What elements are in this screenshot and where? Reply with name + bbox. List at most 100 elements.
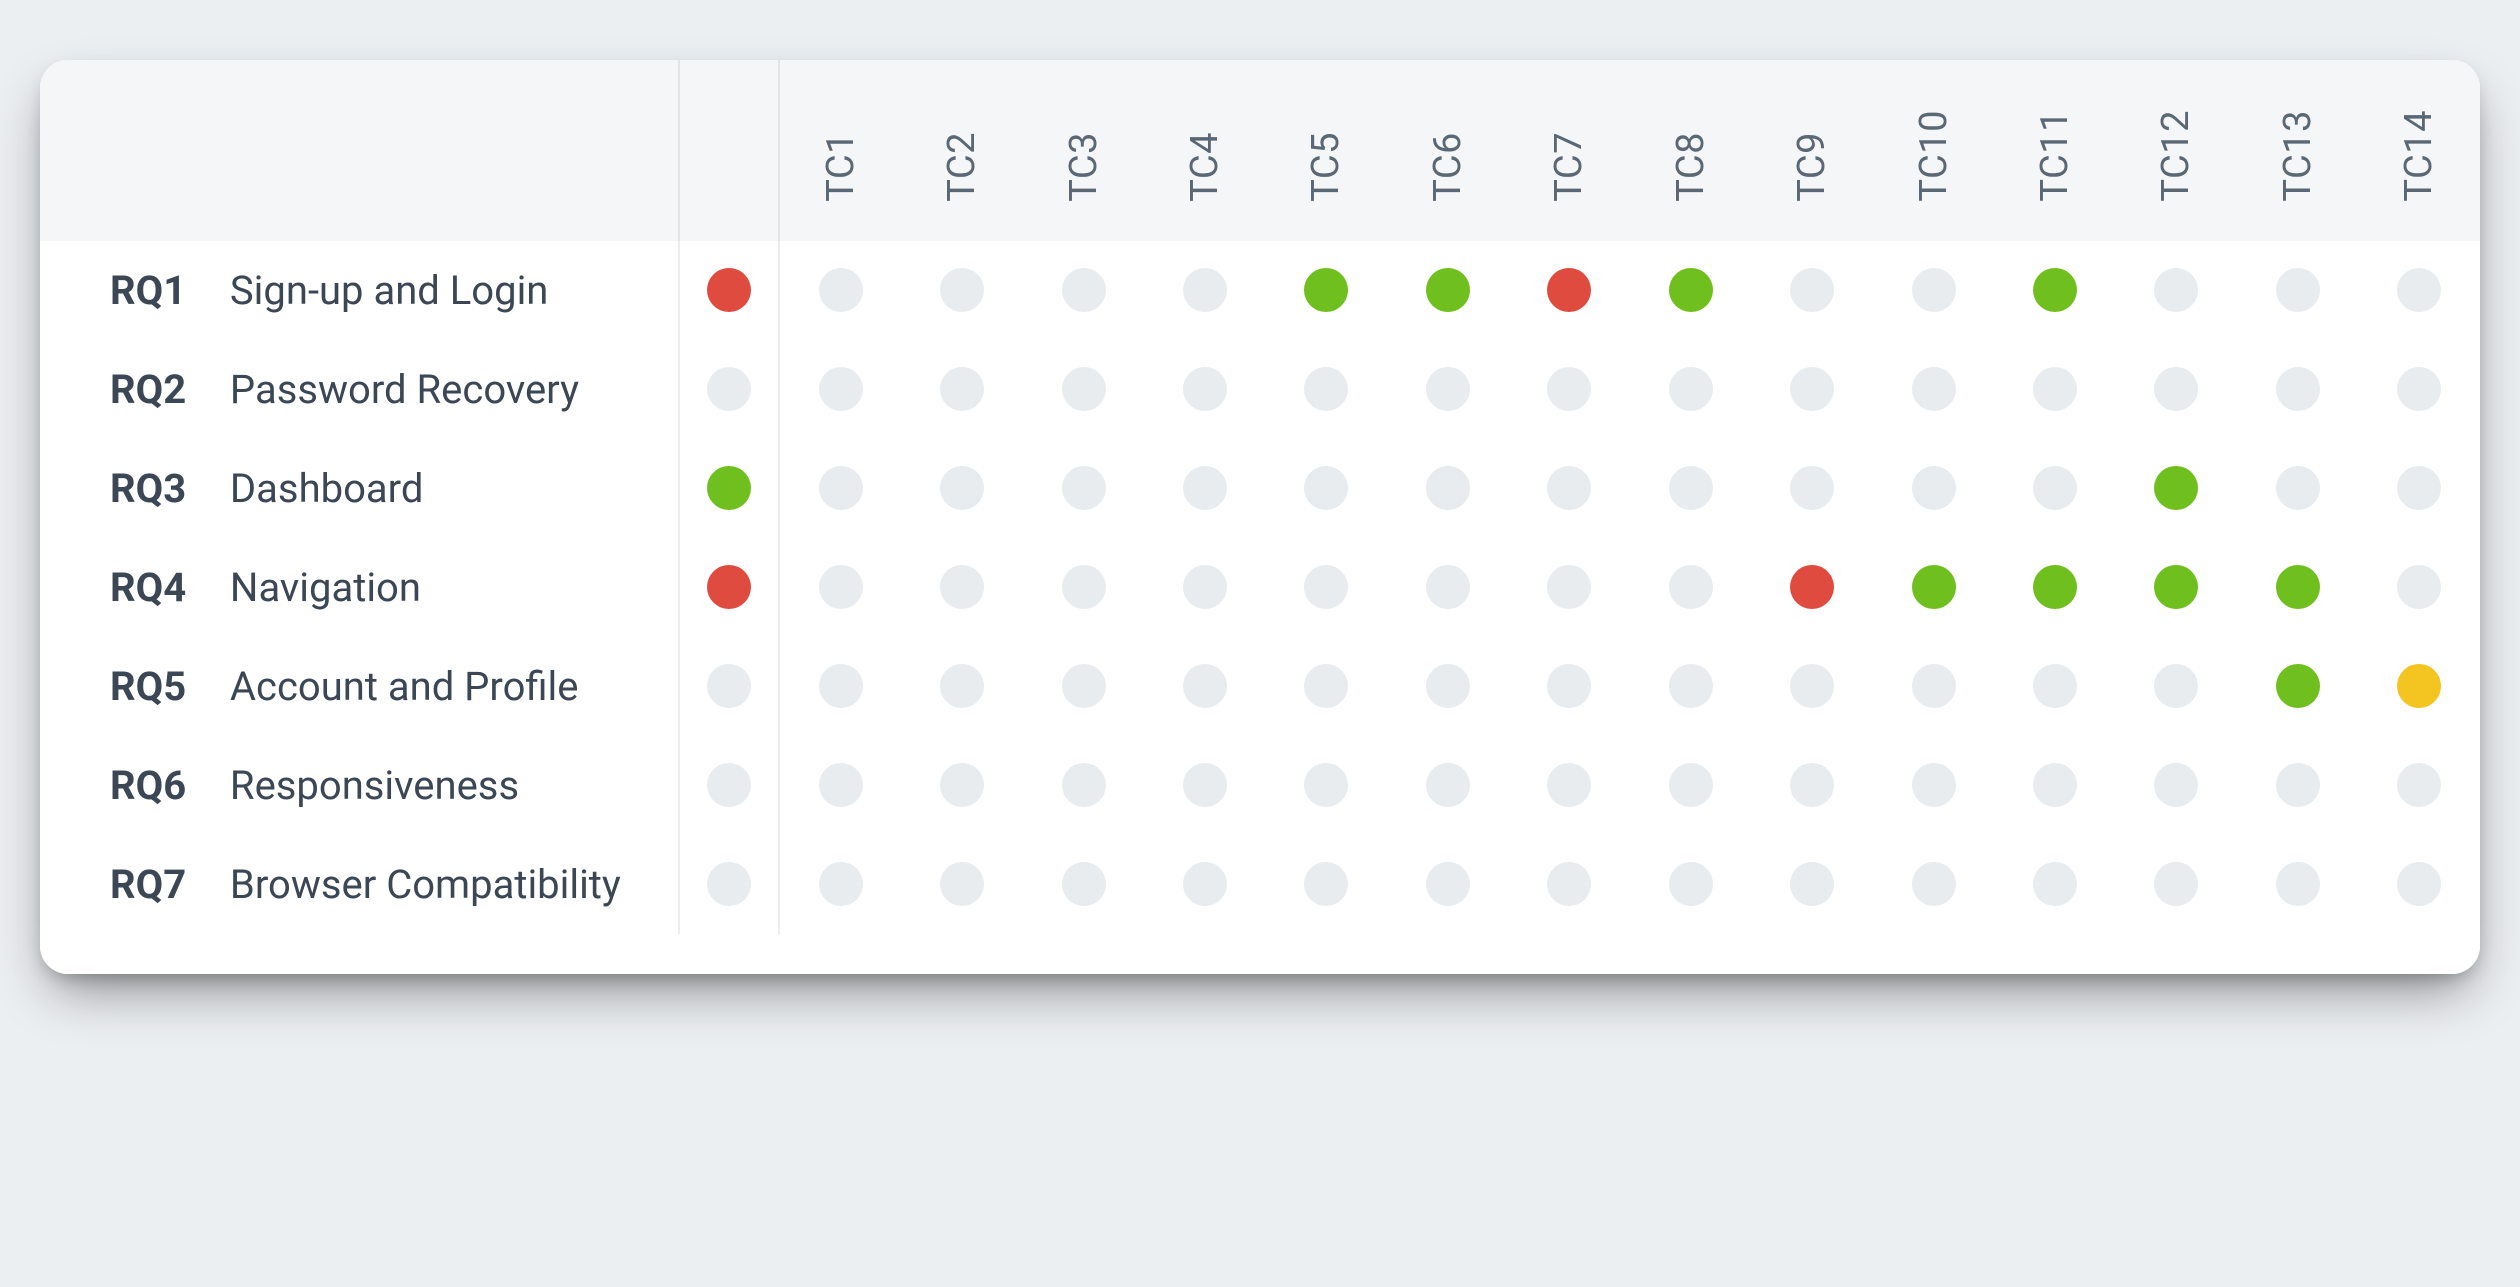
requirement-status-cell[interactable] (680, 538, 780, 637)
coverage-cell[interactable] (1144, 340, 1265, 439)
coverage-cell[interactable] (2237, 439, 2358, 538)
coverage-cell[interactable] (780, 736, 901, 835)
coverage-cell[interactable] (1266, 241, 1387, 340)
coverage-cell[interactable] (1630, 736, 1751, 835)
column-header-tc6[interactable]: TC6 (1387, 60, 1508, 241)
coverage-cell[interactable] (2237, 340, 2358, 439)
coverage-cell[interactable] (1509, 439, 1630, 538)
coverage-cell[interactable] (1751, 241, 1872, 340)
coverage-cell[interactable] (1994, 835, 2115, 934)
requirement-status-cell[interactable] (680, 340, 780, 439)
coverage-cell[interactable] (1023, 439, 1144, 538)
coverage-cell[interactable] (1144, 835, 1265, 934)
coverage-cell[interactable] (1387, 637, 1508, 736)
coverage-cell[interactable] (1994, 340, 2115, 439)
requirement-status-cell[interactable] (680, 736, 780, 835)
coverage-cell[interactable] (780, 538, 901, 637)
requirement-status-cell[interactable] (680, 439, 780, 538)
column-header-tc7[interactable]: TC7 (1509, 60, 1630, 241)
coverage-cell[interactable] (1873, 736, 1994, 835)
coverage-cell[interactable] (901, 835, 1022, 934)
column-header-tc5[interactable]: TC5 (1266, 60, 1387, 241)
coverage-cell[interactable] (1751, 538, 1872, 637)
coverage-cell[interactable] (2358, 538, 2480, 637)
coverage-cell[interactable] (1751, 736, 1872, 835)
coverage-cell[interactable] (2358, 736, 2480, 835)
coverage-cell[interactable] (1023, 637, 1144, 736)
coverage-cell[interactable] (2116, 340, 2237, 439)
coverage-cell[interactable] (1751, 835, 1872, 934)
coverage-cell[interactable] (1630, 637, 1751, 736)
coverage-cell[interactable] (2237, 637, 2358, 736)
coverage-cell[interactable] (1387, 241, 1508, 340)
requirement-label-cell[interactable]: RQ5 Account and Profile (40, 637, 680, 736)
coverage-cell[interactable] (1630, 241, 1751, 340)
coverage-cell[interactable] (2358, 340, 2480, 439)
coverage-cell[interactable] (1994, 439, 2115, 538)
coverage-cell[interactable] (1266, 835, 1387, 934)
coverage-cell[interactable] (1994, 736, 2115, 835)
coverage-cell[interactable] (1266, 736, 1387, 835)
column-header-tc4[interactable]: TC4 (1144, 60, 1265, 241)
coverage-cell[interactable] (1144, 637, 1265, 736)
coverage-cell[interactable] (1387, 538, 1508, 637)
coverage-cell[interactable] (2116, 736, 2237, 835)
coverage-cell[interactable] (2237, 736, 2358, 835)
requirement-status-cell[interactable] (680, 241, 780, 340)
coverage-cell[interactable] (1266, 439, 1387, 538)
coverage-cell[interactable] (1387, 835, 1508, 934)
coverage-cell[interactable] (1509, 835, 1630, 934)
coverage-cell[interactable] (2358, 835, 2480, 934)
coverage-cell[interactable] (901, 538, 1022, 637)
coverage-cell[interactable] (2116, 439, 2237, 538)
requirement-label-cell[interactable]: RQ3 Dashboard (40, 439, 680, 538)
coverage-cell[interactable] (1994, 241, 2115, 340)
coverage-cell[interactable] (2358, 439, 2480, 538)
coverage-cell[interactable] (901, 736, 1022, 835)
coverage-cell[interactable] (1144, 439, 1265, 538)
coverage-cell[interactable] (2237, 241, 2358, 340)
coverage-cell[interactable] (1751, 340, 1872, 439)
coverage-cell[interactable] (2358, 241, 2480, 340)
coverage-cell[interactable] (2116, 637, 2237, 736)
coverage-cell[interactable] (2116, 835, 2237, 934)
coverage-cell[interactable] (2116, 538, 2237, 637)
coverage-cell[interactable] (1266, 637, 1387, 736)
coverage-cell[interactable] (1023, 241, 1144, 340)
column-header-tc10[interactable]: TC10 (1873, 60, 1994, 241)
coverage-cell[interactable] (1509, 241, 1630, 340)
column-header-tc9[interactable]: TC9 (1751, 60, 1872, 241)
coverage-cell[interactable] (1509, 340, 1630, 439)
coverage-cell[interactable] (1873, 241, 1994, 340)
coverage-cell[interactable] (1266, 538, 1387, 637)
coverage-cell[interactable] (780, 439, 901, 538)
coverage-cell[interactable] (1387, 736, 1508, 835)
requirement-status-cell[interactable] (680, 637, 780, 736)
coverage-cell[interactable] (780, 241, 901, 340)
column-header-tc1[interactable]: TC1 (780, 60, 901, 241)
coverage-cell[interactable] (2237, 835, 2358, 934)
coverage-cell[interactable] (2237, 538, 2358, 637)
coverage-cell[interactable] (1144, 241, 1265, 340)
requirement-label-cell[interactable]: RQ6 Responsiveness (40, 736, 680, 835)
coverage-cell[interactable] (901, 340, 1022, 439)
coverage-cell[interactable] (1144, 538, 1265, 637)
coverage-cell[interactable] (1509, 736, 1630, 835)
coverage-cell[interactable] (1751, 439, 1872, 538)
column-header-tc13[interactable]: TC13 (2237, 60, 2358, 241)
coverage-cell[interactable] (1751, 637, 1872, 736)
coverage-cell[interactable] (1023, 736, 1144, 835)
column-header-tc12[interactable]: TC12 (2116, 60, 2237, 241)
coverage-cell[interactable] (1509, 538, 1630, 637)
requirement-status-cell[interactable] (680, 835, 780, 934)
coverage-cell[interactable] (1873, 538, 1994, 637)
coverage-cell[interactable] (780, 340, 901, 439)
coverage-cell[interactable] (780, 637, 901, 736)
column-header-tc11[interactable]: TC11 (1994, 60, 2115, 241)
coverage-cell[interactable] (1387, 340, 1508, 439)
coverage-cell[interactable] (1994, 538, 2115, 637)
coverage-cell[interactable] (2358, 637, 2480, 736)
coverage-cell[interactable] (901, 241, 1022, 340)
coverage-cell[interactable] (1630, 835, 1751, 934)
coverage-cell[interactable] (2116, 241, 2237, 340)
